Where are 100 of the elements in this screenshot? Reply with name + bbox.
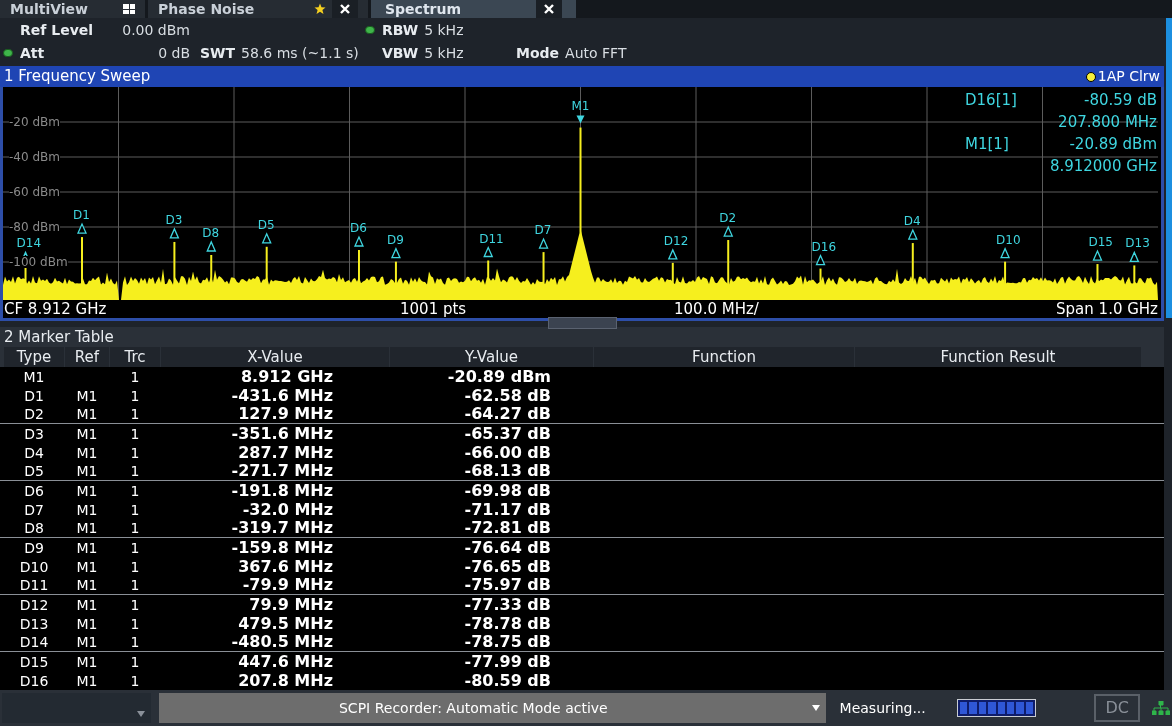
table-cell-text: D3 bbox=[23, 426, 45, 441]
table-cell-text: -75.97 dB bbox=[463, 577, 552, 593]
table-cell-text: -77.33 dB bbox=[463, 596, 552, 613]
table-cell-text: D11 bbox=[18, 578, 50, 592]
network-icon bbox=[1152, 701, 1170, 715]
setting-value: 58.6 ms (~1.1 s) bbox=[241, 44, 359, 63]
table-cell-text: M1 bbox=[75, 426, 99, 441]
table-cell-text: -159.8 MHz bbox=[230, 539, 334, 556]
table-cell-text: M1 bbox=[75, 464, 99, 478]
table-cell-text: 1 bbox=[129, 578, 141, 592]
coupling-indicator: DC bbox=[1094, 694, 1140, 722]
marker-label: D12 bbox=[663, 234, 689, 247]
table-cell-text: D1 bbox=[23, 388, 45, 403]
table-cell-text: -20.89 dBm bbox=[446, 368, 552, 385]
table-cell-text: D15 bbox=[18, 654, 50, 669]
table-cell-text: M1 bbox=[75, 597, 99, 612]
tab[interactable]: MultiView bbox=[0, 0, 145, 18]
table-cell-text: M1 bbox=[75, 407, 99, 421]
table-cell-text: -72.81 dB bbox=[463, 520, 552, 536]
marker-name: D16[1] bbox=[964, 89, 1017, 111]
table-cell-text: 1 bbox=[129, 540, 141, 555]
recorder-status[interactable]: SCPI Recorder: Automatic Mode active bbox=[159, 693, 826, 723]
delta-marker-icon bbox=[390, 247, 401, 259]
table-cell-text: D8 bbox=[23, 521, 45, 535]
delta-marker-icon bbox=[538, 237, 549, 249]
trace-label: 1AP Clrw bbox=[1097, 67, 1160, 86]
close-icon[interactable] bbox=[536, 0, 562, 18]
table-cell-text: 1 bbox=[129, 616, 141, 631]
marker-position: 8.912000 GHz bbox=[1049, 155, 1157, 177]
delta-marker-icon bbox=[1092, 249, 1103, 261]
tab[interactable]: Phase Noise bbox=[148, 0, 368, 18]
delta-marker-icon bbox=[483, 245, 494, 258]
table-cell-text: M1 bbox=[75, 578, 99, 592]
table-cell-text: M1 bbox=[75, 635, 99, 649]
splitter-handle[interactable] bbox=[548, 317, 617, 329]
marker-label: D15 bbox=[1088, 236, 1113, 249]
table-cell-text: -80.59 dB bbox=[463, 672, 552, 689]
table-cell-text: 1 bbox=[129, 597, 141, 612]
table-cell-text: -79.9 MHz bbox=[241, 577, 334, 593]
table-cell-text: -68.13 dB bbox=[463, 463, 552, 479]
column-header: X-Value bbox=[161, 347, 389, 367]
setting-label: RBW bbox=[382, 21, 419, 40]
column-header: Trc bbox=[110, 347, 160, 367]
table-cell-text: D7 bbox=[23, 502, 45, 517]
setting-label: VBW bbox=[382, 44, 419, 63]
table-cell-text: 1 bbox=[129, 559, 141, 574]
marker-label: D16 bbox=[811, 240, 836, 253]
table-cell-text: -76.64 dB bbox=[463, 539, 552, 556]
marker-value: -20.89 dBm bbox=[1069, 133, 1157, 155]
marker-value: -80.59 dB bbox=[1084, 89, 1157, 111]
table-cell-text: -77.99 dB bbox=[463, 653, 552, 670]
table-cell-text: 1 bbox=[129, 445, 141, 460]
delta-marker-icon bbox=[261, 232, 272, 244]
table-cell-text: -65.37 dB bbox=[463, 425, 552, 442]
table-cell-text: M1 bbox=[75, 559, 99, 574]
table-cell-text: 287.7 MHz bbox=[237, 444, 334, 461]
table-cell-text: 79.9 MHz bbox=[248, 596, 334, 613]
delta-marker-icon bbox=[353, 235, 364, 247]
delta-marker-icon bbox=[1129, 250, 1140, 263]
marker-label: D9 bbox=[386, 233, 404, 246]
marker-label: D13 bbox=[1125, 237, 1150, 250]
delta-marker-icon bbox=[77, 222, 87, 234]
table-cell-text: D4 bbox=[23, 445, 45, 460]
delta-marker-icon bbox=[723, 225, 734, 237]
window-title: 1 Frequency Sweep bbox=[4, 66, 151, 88]
column-header: Type bbox=[4, 347, 64, 367]
table-cell-text: -32.0 MHz bbox=[241, 501, 334, 518]
table-cell-text: M1 bbox=[75, 540, 99, 555]
setting-label: Mode bbox=[516, 44, 560, 63]
table-cell-text: M1 bbox=[75, 521, 99, 535]
star-icon bbox=[314, 3, 326, 15]
setting-label: Ref Level bbox=[20, 21, 94, 40]
marker-label: D5 bbox=[257, 218, 275, 231]
table-cell-text: -64.27 dB bbox=[463, 406, 552, 422]
setting-label: SWT bbox=[200, 44, 236, 63]
marker-label: D2 bbox=[719, 212, 737, 224]
close-icon[interactable] bbox=[332, 0, 358, 18]
axis-label: -20 dBm bbox=[9, 116, 60, 128]
column-header: Ref bbox=[65, 347, 109, 367]
marker-label: D3 bbox=[165, 213, 183, 226]
table-cell-text: D16 bbox=[18, 673, 50, 688]
marker-label: D7 bbox=[534, 224, 552, 237]
table-cell-text: M1 bbox=[75, 502, 99, 517]
table-cell-text: D9 bbox=[23, 540, 45, 555]
delta-marker-icon bbox=[169, 227, 180, 239]
table-cell-text: 207.8 MHz bbox=[237, 672, 334, 689]
delta-marker-icon bbox=[815, 254, 826, 266]
delta-marker-icon bbox=[667, 248, 678, 260]
tab[interactable]: Spectrum bbox=[371, 0, 576, 18]
table-cell-text: D12 bbox=[18, 597, 50, 612]
table-cell-text: -319.7 MHz bbox=[230, 520, 334, 536]
table-cell-text: 367.6 MHz bbox=[237, 558, 334, 575]
setting-value: 5 kHz bbox=[424, 44, 464, 63]
table-cell-text: 1 bbox=[129, 502, 141, 517]
measurement-status: Measuring... bbox=[839, 698, 927, 718]
table-cell-text: M1 bbox=[75, 654, 99, 669]
table-cell-text: D10 bbox=[18, 559, 50, 574]
sweep-points: 1001 pts bbox=[400, 298, 468, 320]
caret-icon bbox=[811, 705, 820, 711]
table-cell-text: M1 bbox=[75, 483, 99, 498]
